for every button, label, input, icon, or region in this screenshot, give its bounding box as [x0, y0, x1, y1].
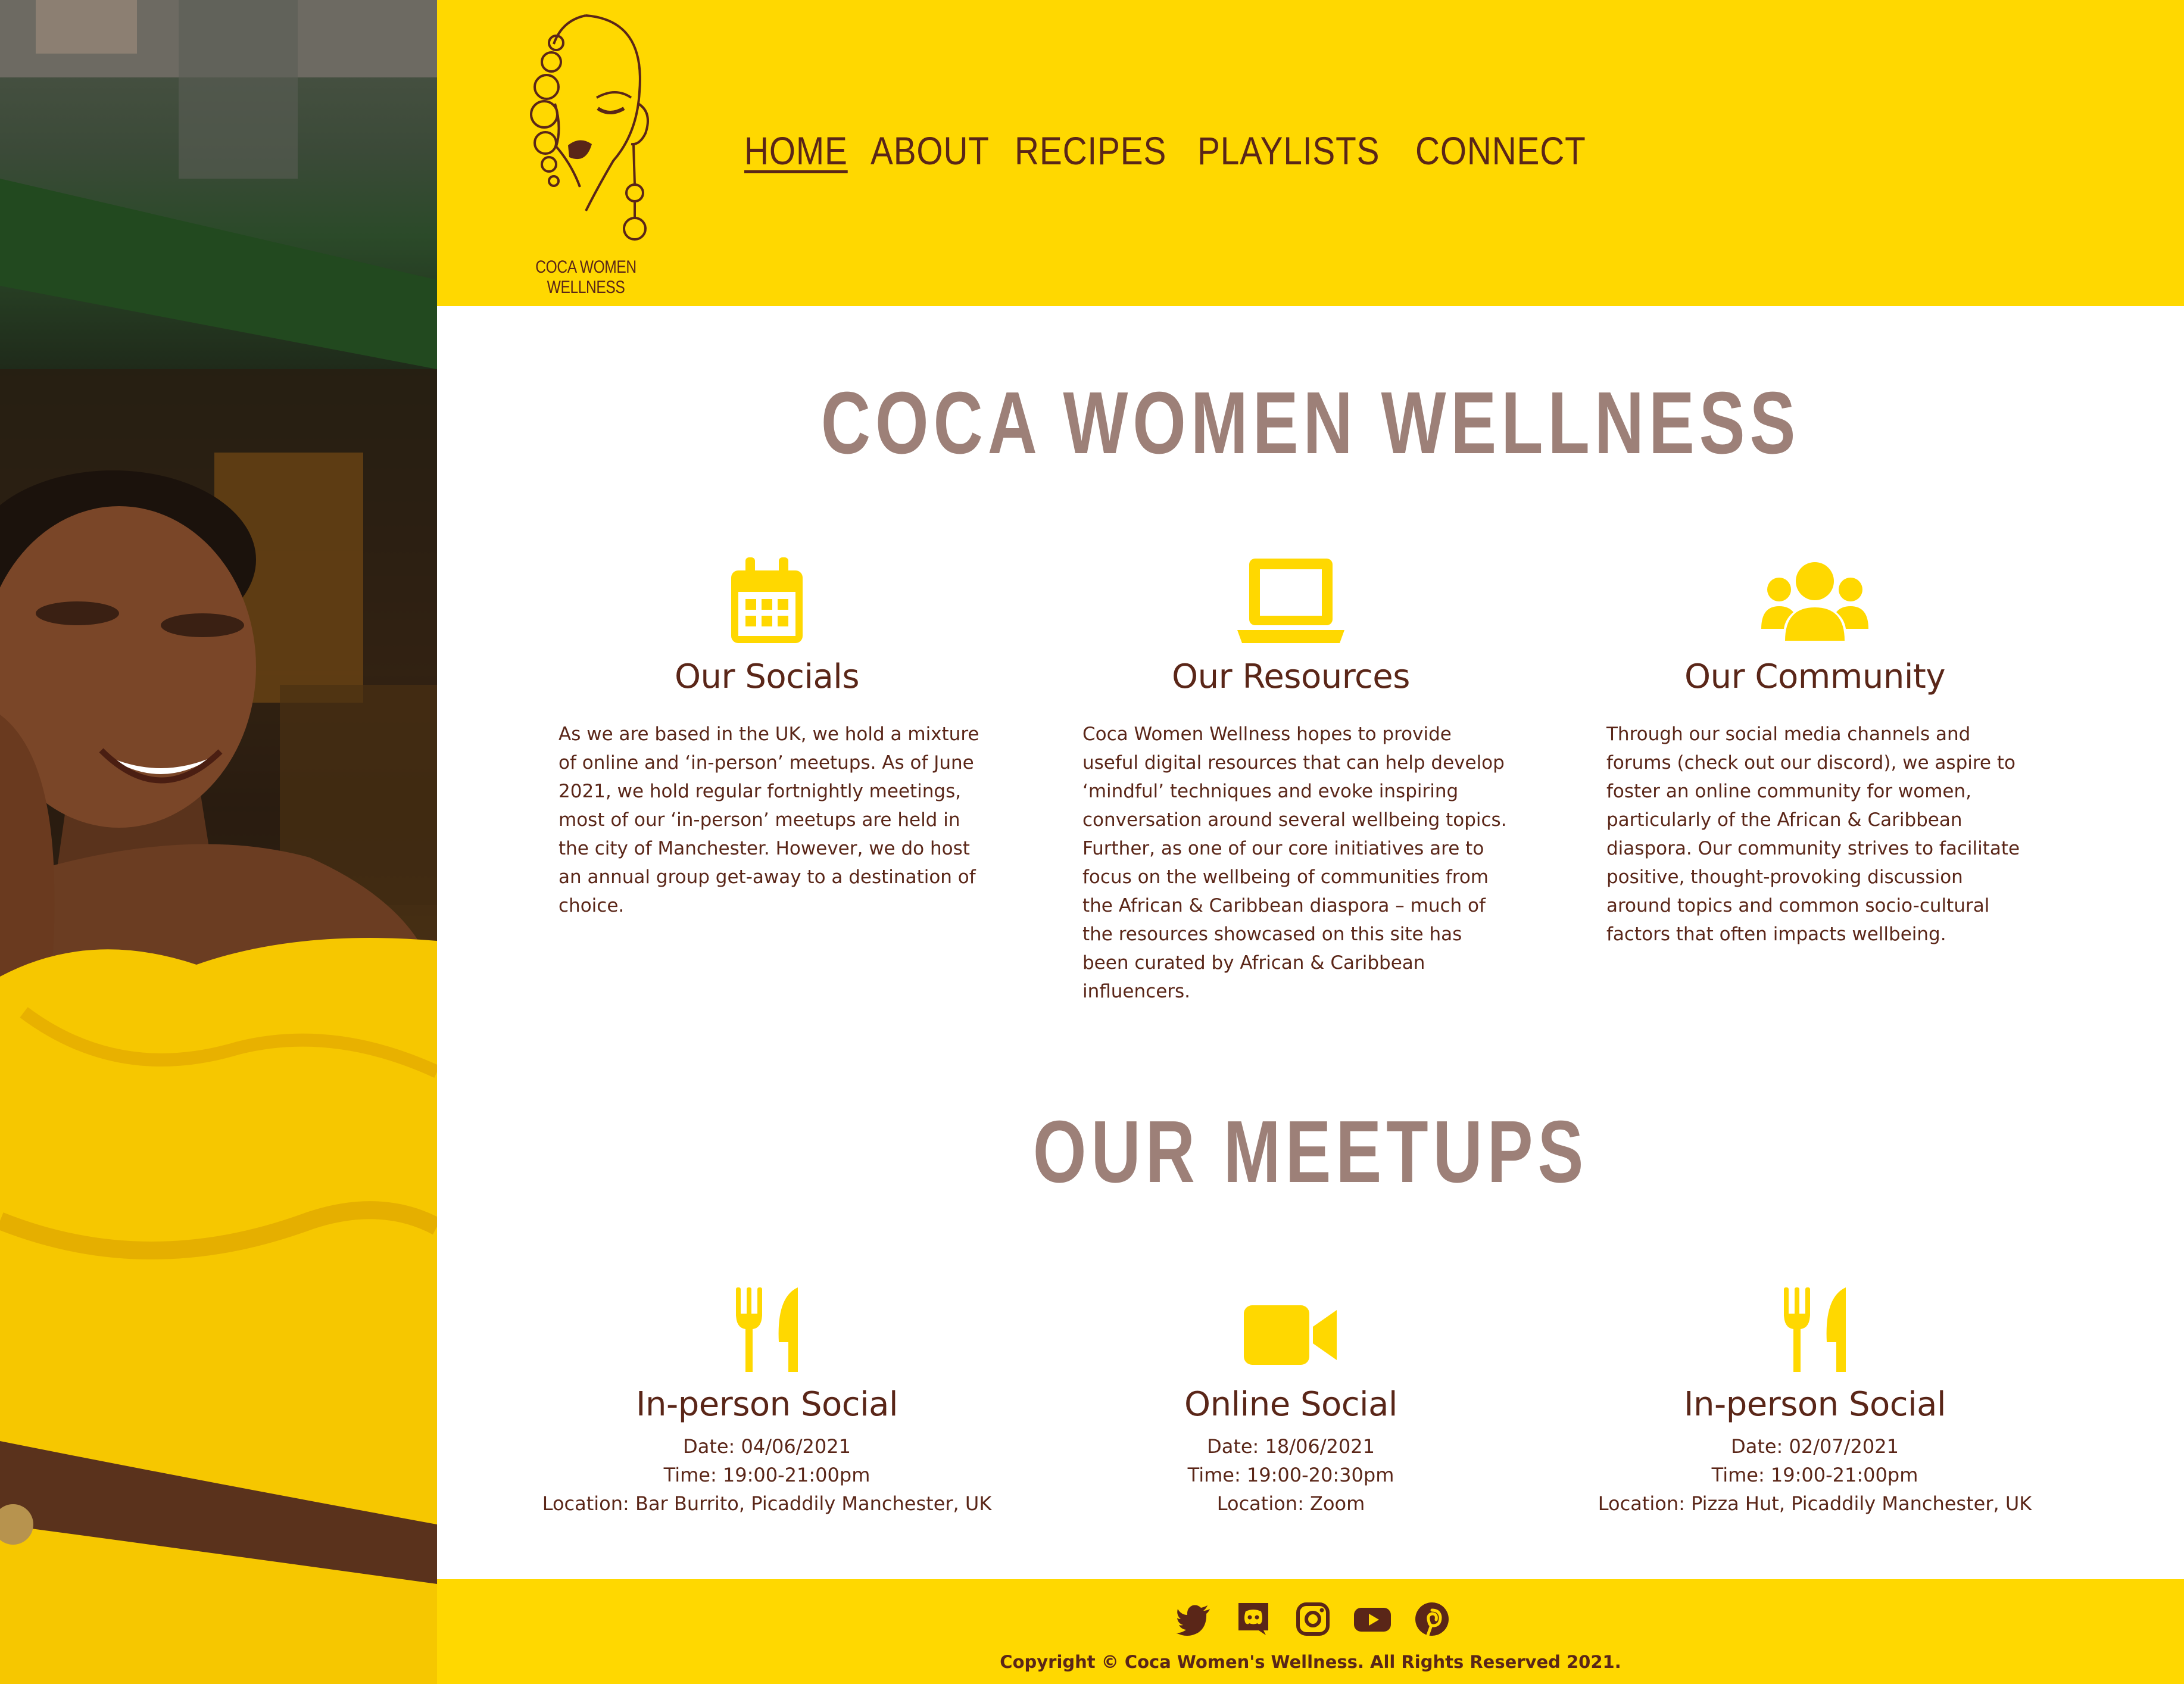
feature-text: Through our social media channels and fo… [1606, 724, 2020, 945]
logo-face-icon [530, 14, 649, 241]
feature-community: Our Community Through our social media c… [1589, 557, 2041, 949]
nav-connect[interactable]: CONNECT [1415, 122, 1586, 179]
meetup-card: In-person Social Date: 04/06/2021 Time: … [541, 1285, 993, 1518]
main-content: COCA WOMEN WELLNESS Our Socials As we ar… [437, 306, 2184, 1579]
meetup-heading: Online Social [1184, 1385, 1397, 1424]
discord-icon[interactable] [1235, 1601, 1272, 1638]
youtube-icon[interactable] [1354, 1601, 1391, 1638]
feature-text: As we are based in the UK, we hold a mix… [559, 724, 979, 916]
meetup-date: Date: 18/06/2021 [1207, 1435, 1375, 1458]
logo-text: COCA WOMEN WELLNESS [535, 257, 637, 297]
meetup-date: Date: 04/06/2021 [683, 1435, 851, 1458]
pinterest-icon[interactable] [1414, 1601, 1450, 1638]
social-links [1175, 1601, 1450, 1638]
meetup-time: Time: 19:00-20:30pm [1187, 1464, 1394, 1486]
meetup-location: Location: Bar Burrito, Picaddily Manches… [542, 1492, 992, 1515]
meetup-heading: In-person Social [1684, 1385, 1946, 1424]
meetup-time: Time: 19:00-21:00pm [663, 1464, 871, 1486]
instagram-icon[interactable] [1294, 1601, 1331, 1638]
feature-heading: Our Community [1684, 657, 1946, 696]
nav-playlists[interactable]: PLAYLISTS [1197, 122, 1380, 179]
meetup-time: Time: 19:00-21:00pm [1711, 1464, 1918, 1486]
calendar-icon [731, 557, 803, 643]
feature-socials: Our Socials As we are based in the UK, w… [541, 557, 993, 920]
video-camera-icon [1244, 1305, 1337, 1365]
copyright-text: Copyright © Coca Women's Wellness. All R… [1000, 1652, 1621, 1672]
meetup-heading: In-person Social [636, 1385, 898, 1424]
meetups-title: OUR MEETUPS [1032, 1103, 1589, 1201]
meetup-location: Location: Zoom [1216, 1492, 1365, 1515]
laptop-icon [1237, 559, 1344, 643]
users-icon [1761, 562, 1868, 641]
nav-home[interactable]: HOME [744, 122, 848, 179]
meetup-location: Location: Pizza Hut, Picaddily Mancheste… [1598, 1492, 2032, 1515]
meetup-card: In-person Social Date: 02/07/2021 Time: … [1589, 1285, 2041, 1518]
site-header: COCA WOMEN WELLNESS HOME ABOUT RECIPES P… [437, 0, 2184, 306]
hero-photo [0, 0, 437, 1684]
feature-text: Coca Women Wellness hopes to provide use… [1082, 724, 1507, 1002]
hero-photo-illustration [0, 0, 437, 1684]
site-footer: Copyright © Coca Women's Wellness. All R… [437, 1579, 2184, 1684]
feature-heading: Our Socials [674, 657, 860, 696]
utensils-icon [1784, 1287, 1846, 1372]
twitter-icon[interactable] [1175, 1601, 1212, 1638]
utensils-icon [736, 1287, 798, 1372]
nav-recipes[interactable]: RECIPES [1015, 122, 1166, 179]
meetup-date: Date: 02/07/2021 [1731, 1435, 1899, 1458]
nav-about[interactable]: ABOUT [871, 122, 990, 179]
feature-heading: Our Resources [1172, 657, 1410, 696]
feature-resources: Our Resources Coca Women Wellness hopes … [1065, 557, 1517, 1006]
main-nav: HOME ABOUT RECIPES PLAYLISTS CONNECT [744, 122, 1600, 179]
page-title: COCA WOMEN WELLNESS [820, 374, 1801, 472]
logo[interactable] [497, 8, 675, 288]
meetup-card: Online Social Date: 18/06/2021 Time: 19:… [1065, 1285, 1517, 1518]
